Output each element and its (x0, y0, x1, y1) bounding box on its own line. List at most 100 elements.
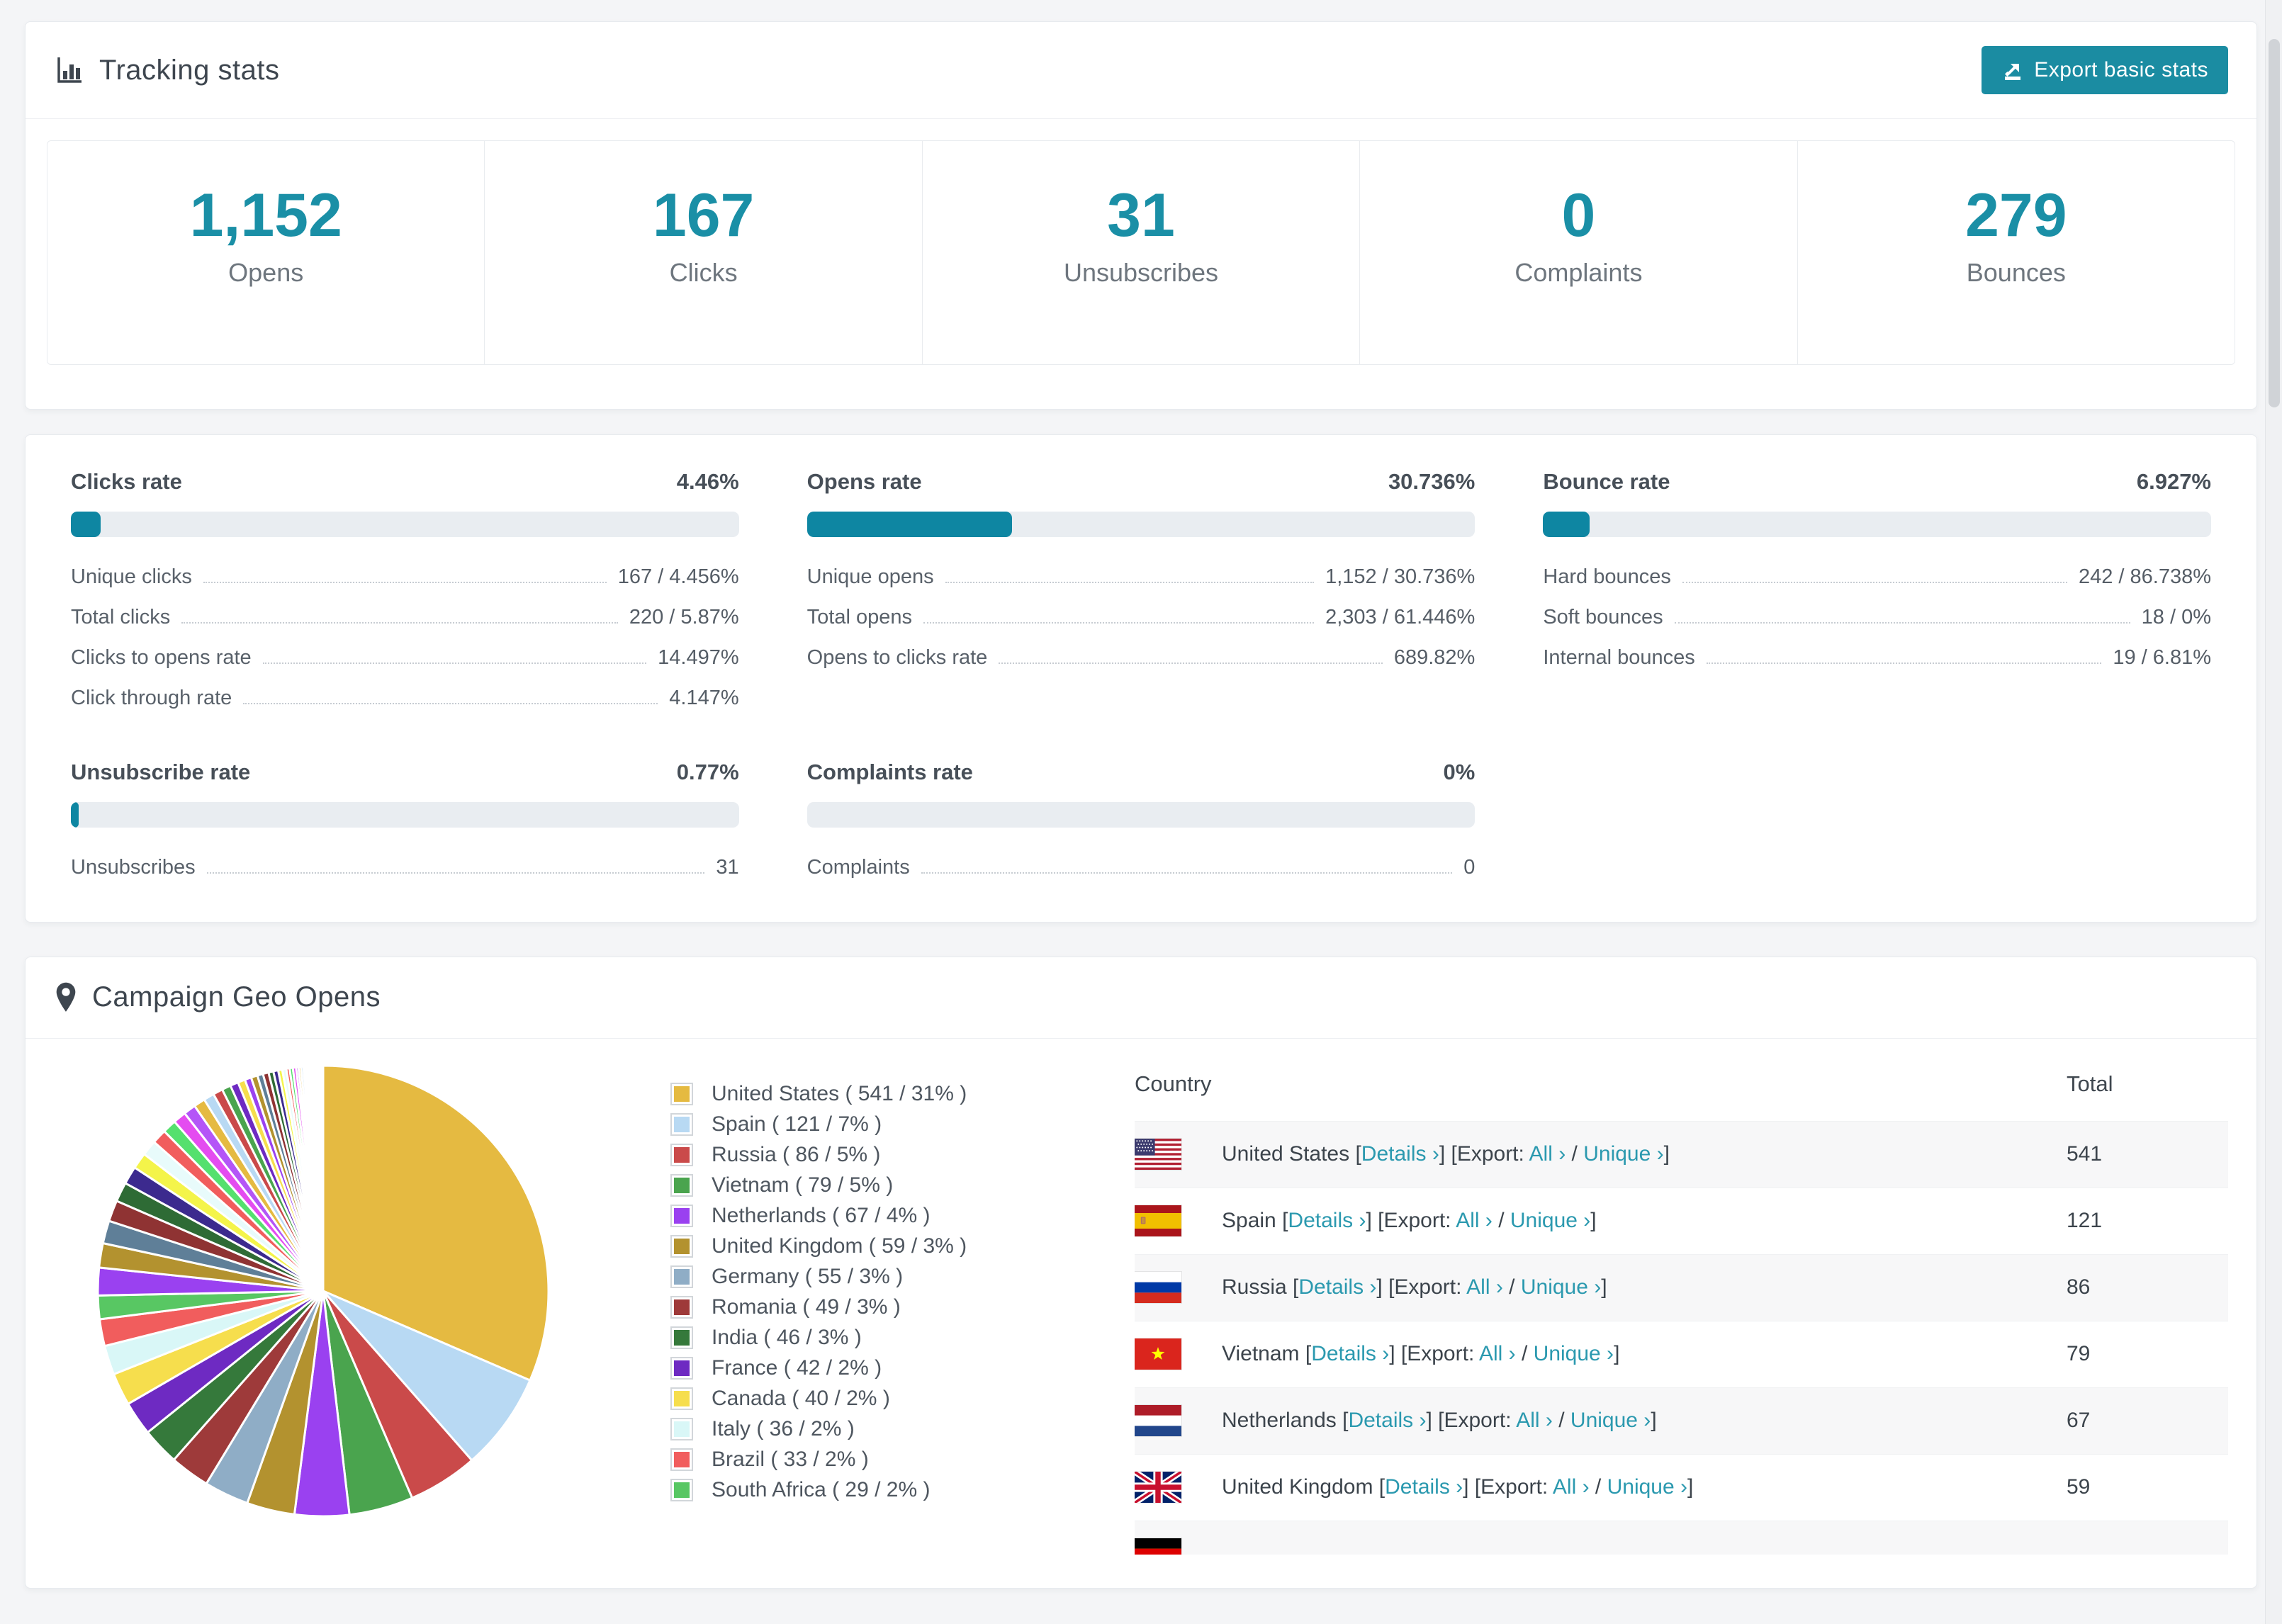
scrollbar-thumb[interactable] (2269, 39, 2280, 407)
metric-value: 18 / 0% (2141, 605, 2211, 628)
campaign-geo-opens-card: Campaign Geo Opens United States ( 541 /… (25, 956, 2257, 1589)
legend-item-united-states: United States ( 541 / 31% ) (670, 1081, 1096, 1105)
progress-bar (806, 801, 1476, 828)
tracking-stats-header: Tracking stats Export basic stats (26, 22, 2256, 119)
stat-value: 0 (1561, 181, 1596, 249)
metric-row: Complaints 0 (807, 856, 1476, 879)
legend-label: Netherlands ( 67 / 4% ) (712, 1203, 931, 1227)
export-all-link[interactable]: All › (1529, 1142, 1566, 1166)
export-unique-link[interactable]: Unique › (1521, 1275, 1601, 1299)
metric-value: 19 / 6.81% (2113, 645, 2211, 669)
country-total: 121 (2067, 1209, 2103, 1233)
geo-table-row-united-states: United States [Details ›] [Export: All ›… (1135, 1121, 2228, 1188)
details-link[interactable]: Details › (1288, 1209, 1366, 1232)
metric-row: Hard bounces 242 / 86.738% (1543, 565, 2211, 589)
country-total: 59 (2067, 1475, 2091, 1499)
metric-label: Unique clicks (71, 565, 192, 588)
tracking-stats-title-wrap: Tracking stats (54, 55, 279, 86)
legend-label: Romania ( 49 / 3% ) (712, 1295, 901, 1319)
export-all-link[interactable]: All › (1466, 1275, 1503, 1299)
export-all-link[interactable]: All › (1516, 1409, 1553, 1432)
geo-card-header: Campaign Geo Opens (26, 957, 2256, 1039)
dashboard-page: Tracking stats Export basic stats 1,152 O… (0, 0, 2282, 1624)
metric-row: Unsubscribes 31 (71, 856, 739, 879)
dotted-leader (262, 662, 647, 664)
metric-value: 0 (1463, 855, 1476, 879)
dotted-leader (945, 581, 1315, 583)
legend-item-france: France ( 42 / 2% ) (670, 1356, 1096, 1380)
geo-table-row-spain: Spain [Details ›] [Export: All › / Uniqu… (1135, 1188, 2228, 1254)
legend-item-india: India ( 46 / 3% ) (670, 1326, 1096, 1349)
metric-value: 14.497% (658, 645, 739, 669)
map-pin-icon (54, 981, 78, 1014)
stat-card-complaints: 0 Complaints (1360, 141, 1798, 364)
country-name: United States (1222, 1142, 1356, 1166)
legend-swatch (670, 1234, 693, 1258)
export-unique-link[interactable]: Unique › (1534, 1342, 1614, 1365)
country-name: Russia (1222, 1275, 1293, 1299)
metric-row: Total clicks 220 / 5.87% (71, 606, 739, 629)
legend-label: Canada ( 40 / 2% ) (712, 1386, 890, 1410)
metric-label: Hard bounces (1543, 565, 1671, 588)
export-basic-stats-button[interactable]: Export basic stats (1982, 46, 2228, 94)
country-column-header: Country (1135, 1071, 1212, 1096)
flag-nl-icon (1135, 1405, 1222, 1437)
metric-value: 242 / 86.738% (2078, 565, 2211, 588)
export-all-link[interactable]: All › (1479, 1342, 1516, 1365)
legend-item-spain: Spain ( 121 / 7% ) (670, 1112, 1096, 1136)
stat-value: 279 (1965, 181, 2067, 249)
stat-card-unsubscribes: 31 Unsubscribes (923, 141, 1361, 364)
legend-label: Vietnam ( 79 / 5% ) (712, 1173, 894, 1197)
export-unique-link[interactable]: Unique › (1583, 1142, 1663, 1166)
legend-swatch (670, 1448, 693, 1471)
geo-pie-legend: United States ( 541 / 31% ) Spain ( 121 /… (628, 1039, 1096, 1509)
legend-item-brazil: Brazil ( 33 / 2% ) (670, 1448, 1096, 1471)
export-all-link[interactable]: All › (1553, 1475, 1590, 1499)
flag-vn-icon (1135, 1338, 1222, 1370)
stat-value: 167 (652, 181, 755, 249)
vertical-scrollbar[interactable] (2265, 0, 2282, 1624)
metric-value: 31 (716, 855, 739, 879)
progress-bar (71, 511, 739, 537)
country-name: Vietnam (1222, 1342, 1305, 1366)
stat-card-bounces: 279 Bounces (1798, 141, 2235, 364)
geo-content: United States ( 541 / 31% ) Spain ( 121 /… (26, 1039, 2256, 1555)
export-unique-link[interactable]: Unique › (1570, 1409, 1651, 1432)
progress-bar (1543, 511, 2211, 537)
metric-value: 689.82% (1393, 645, 1476, 669)
details-link[interactable]: Details › (1311, 1342, 1389, 1365)
metric-value: 167 / 4.456% (617, 565, 739, 588)
legend-label: India ( 46 / 3% ) (712, 1325, 862, 1349)
country-total: 79 (2067, 1342, 2091, 1366)
details-link[interactable]: Details › (1385, 1475, 1463, 1499)
legend-swatch (670, 1326, 693, 1349)
export-unique-link[interactable]: Unique › (1607, 1475, 1687, 1499)
export-unique-link[interactable]: Unique › (1510, 1209, 1590, 1232)
metric-row: Unique clicks 167 / 4.456% (71, 565, 739, 589)
metric-row: Soft bounces 18 / 0% (1543, 606, 2211, 629)
rate-block-unsubscribe-rate: Unsubscribe rate 0.77% Unsubscribes 31 (71, 760, 739, 879)
details-link[interactable]: Details › (1348, 1409, 1426, 1432)
metric-value: 4.147% (669, 686, 739, 709)
dotted-leader (1674, 621, 2130, 624)
export-icon (2001, 59, 2024, 81)
metric-label: Unique opens (806, 565, 934, 588)
stat-label: Complaints (1514, 257, 1643, 287)
stat-card-clicks: 167 Clicks (485, 141, 923, 364)
details-link[interactable]: Details › (1361, 1142, 1439, 1166)
progress-fill (71, 801, 79, 828)
export-all-link[interactable]: All › (1456, 1209, 1493, 1232)
legend-label: Russia ( 86 / 5% ) (712, 1142, 881, 1166)
stat-value: 1,152 (189, 181, 342, 249)
metric-label: Opens to clicks rate (806, 645, 988, 669)
legend-label: United States ( 541 / 31% ) (712, 1081, 967, 1105)
details-link[interactable]: Details › (1298, 1275, 1376, 1299)
rates-card: Clicks rate 4.46% Unique clicks 167 / 4.456… (25, 434, 2257, 923)
dotted-leader (1706, 662, 2102, 664)
rate-title: Opens rate (806, 468, 922, 494)
geo-table-row (1135, 1521, 2228, 1555)
legend-label: Spain ( 121 / 7% ) (712, 1112, 882, 1136)
geo-table-row-russia: Russia [Details ›] [Export: All › / Uniq… (1135, 1254, 2228, 1321)
metric-row: Clicks to opens rate 14.497% (71, 646, 739, 670)
legend-label: Germany ( 55 / 3% ) (712, 1264, 904, 1288)
